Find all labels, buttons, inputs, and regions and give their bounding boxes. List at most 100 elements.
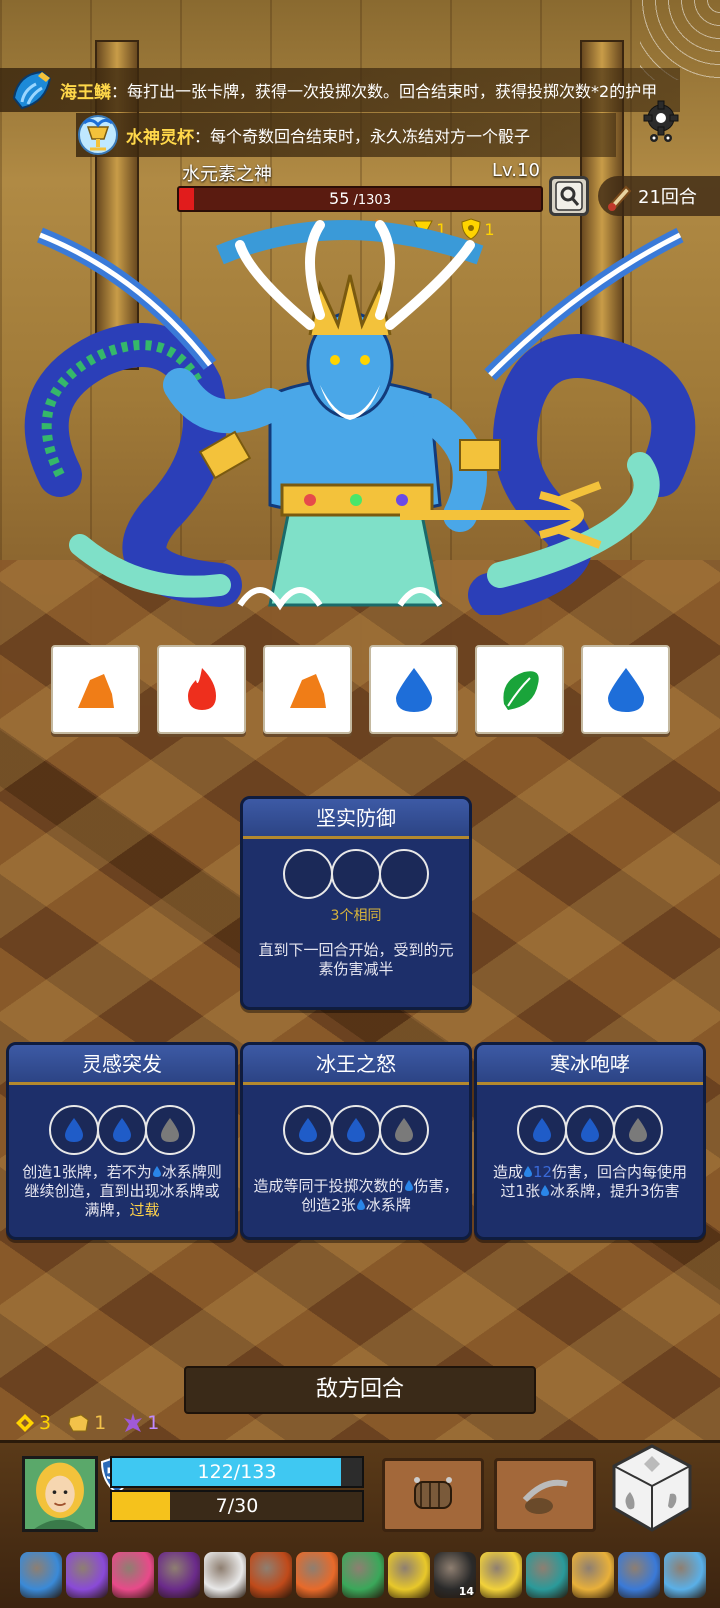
card-description: 造成等同于投掷次数的 伤害，创造2张 冰系牌	[243, 1177, 469, 1215]
boss-hp-bar: 55 /1303	[177, 186, 543, 212]
empty-die-slot[interactable]	[283, 849, 333, 899]
card-ice-king-wrath[interactable]: 冰王之怒 造成等同于投掷次数的 伤害，创造2张 冰系牌	[240, 1042, 472, 1240]
egg-relic-icon[interactable]	[388, 1552, 430, 1598]
enemy-die-fire[interactable]	[157, 645, 246, 734]
relic-info-sea-king-scale[interactable]: 海王鳞 ： 每打出一张卡牌，获得一次投掷次数。回合结束时，获得投掷次数*2的护甲	[0, 68, 680, 112]
shovel-icon	[522, 1479, 568, 1514]
water-drop-icon	[523, 1166, 532, 1177]
fire-die-icon	[187, 667, 216, 710]
boss-intent-button[interactable]	[549, 176, 589, 216]
magnifier-icon	[555, 181, 583, 211]
enemy-die-water[interactable]	[581, 645, 670, 734]
water-die-slot[interactable]	[49, 1105, 99, 1155]
player-dodge-status[interactable]: 3	[14, 1412, 51, 1434]
relic-name: 海王鳞	[60, 82, 111, 103]
bone-relic-icon[interactable]	[204, 1552, 246, 1598]
monster-relic-icon[interactable]	[112, 1552, 154, 1598]
enemy-die-earth[interactable]	[51, 645, 140, 734]
round-label: 21回合	[638, 187, 697, 208]
roll-dice-button[interactable]	[610, 1442, 694, 1534]
potion-relic-icon[interactable]	[66, 1552, 108, 1598]
overload-keyword[interactable]: 过载	[130, 1201, 160, 1219]
enemy-turn-banner[interactable]: 敌方回合	[184, 1366, 536, 1414]
player-spark-status[interactable]: 1	[122, 1412, 159, 1434]
water-drop-icon	[356, 1199, 365, 1210]
block-icon	[68, 1414, 89, 1432]
leaf-relic-icon[interactable]	[342, 1552, 384, 1598]
card-desc-part: 冰系牌	[365, 1196, 411, 1214]
water-drop-icon	[541, 1185, 549, 1196]
skill-slot-dig[interactable]	[494, 1458, 596, 1532]
card-title: 灵感突发	[9, 1045, 235, 1085]
water-drop-icon	[629, 1118, 647, 1142]
water-die-slot[interactable]	[97, 1105, 147, 1155]
player-hp-text: 122/133	[197, 1461, 277, 1483]
water-die-slot[interactable]	[331, 1105, 381, 1155]
relic-separator: ：	[194, 127, 211, 146]
player-block-status[interactable]: 1	[67, 1412, 106, 1434]
earth-die-icon	[289, 673, 326, 708]
water-die-slot[interactable]	[613, 1105, 663, 1155]
mask-relic-icon[interactable]	[526, 1552, 568, 1598]
card-inspiration-burst[interactable]: 灵感突发 创造1张牌，若不为 冰系牌则继续创造，直到出现冰系牌或满牌，过载	[6, 1042, 238, 1240]
skill-slot-fist[interactable]	[382, 1458, 484, 1532]
card-desc-part: 创造1张牌，若不为	[22, 1163, 152, 1181]
relic-separator: ：	[111, 82, 128, 101]
card-solid-defense[interactable]: 坚实防御 3个相同 直到下一回合开始，受到的元素伤害减半	[240, 796, 472, 1010]
enemy-die-water[interactable]	[369, 645, 458, 734]
relic-info-water-chalice[interactable]: 水神灵杯 ： 每个奇数回合结束时，永久冻结对方一个骰子	[76, 113, 616, 157]
water-die-icon	[395, 667, 432, 712]
skull-relic-icon[interactable]	[158, 1552, 200, 1598]
card-dice-slots	[243, 1105, 469, 1155]
enemy-die-wood[interactable]	[475, 645, 564, 734]
status-value: 1	[147, 1412, 160, 1434]
horn-relic-icon[interactable]	[572, 1552, 614, 1598]
status-value: 1	[94, 1412, 107, 1434]
boss-hp-current: 55	[329, 189, 350, 208]
card-desc-part: 造成等同于投掷次数的	[253, 1177, 404, 1195]
water-god-boss-sprite[interactable]	[20, 215, 700, 615]
water-drop-icon	[347, 1118, 365, 1142]
player-energy-bar: 7/30	[110, 1490, 364, 1522]
card-description: 造成 12伤害，回合内每使用过1张 冰系牌，提升3伤害	[477, 1163, 703, 1201]
mushroom-relic-icon[interactable]	[20, 1552, 62, 1598]
water-drop-icon	[161, 1118, 179, 1142]
water-drop-icon	[404, 1180, 413, 1191]
player-energy-text: 7/30	[215, 1495, 259, 1517]
pot-relic-icon[interactable]: 14	[434, 1552, 476, 1598]
water-die-slot[interactable]	[517, 1105, 567, 1155]
card-title: 冰王之怒	[243, 1045, 469, 1085]
enemy-die-earth[interactable]	[263, 645, 352, 734]
spark-icon	[124, 1413, 143, 1432]
player-portrait[interactable]	[22, 1456, 98, 1532]
water-die-slot[interactable]	[565, 1105, 615, 1155]
shield-relic-icon[interactable]	[618, 1552, 660, 1598]
empty-die-slot[interactable]	[331, 849, 381, 899]
relic-name: 水神灵杯	[126, 127, 194, 148]
card-requirement: 3个相同	[330, 908, 382, 924]
water-die-icon	[607, 667, 644, 712]
water-drop-icon	[113, 1118, 131, 1142]
cheese-relic-icon[interactable]	[480, 1552, 522, 1598]
card-frost-roar[interactable]: 寒冰咆哮 造成 12伤害，回合内每使用过1张 冰系牌，提升3伤害	[474, 1042, 706, 1240]
card-dice-slots	[9, 1105, 235, 1155]
meat-relic-icon[interactable]	[296, 1552, 338, 1598]
relic-description: 每打出一张卡牌，获得一次投掷次数。回合结束时，获得投掷次数*2的护甲	[127, 82, 658, 101]
fish-relic-icon[interactable]	[664, 1552, 706, 1598]
settings-gear-icon[interactable]	[636, 100, 686, 144]
empty-die-slot[interactable]	[379, 849, 429, 899]
relic-inventory-bar: 14	[20, 1546, 706, 1604]
water-die-slot[interactable]	[145, 1105, 195, 1155]
scroll-icon	[608, 185, 632, 211]
water-drop-icon	[65, 1118, 83, 1142]
water-drop-icon	[395, 1118, 413, 1142]
card-desc-part: 造成	[492, 1163, 523, 1181]
status-value: 3	[39, 1412, 52, 1434]
water-die-slot[interactable]	[379, 1105, 429, 1155]
cloak-relic-icon[interactable]	[250, 1552, 292, 1598]
water-die-slot[interactable]	[283, 1105, 333, 1155]
water-drop-icon	[533, 1118, 551, 1142]
boss-hp-text: 55 /1303	[179, 188, 541, 210]
water-drop-icon	[299, 1118, 317, 1142]
enemy-dice-row	[51, 645, 670, 734]
